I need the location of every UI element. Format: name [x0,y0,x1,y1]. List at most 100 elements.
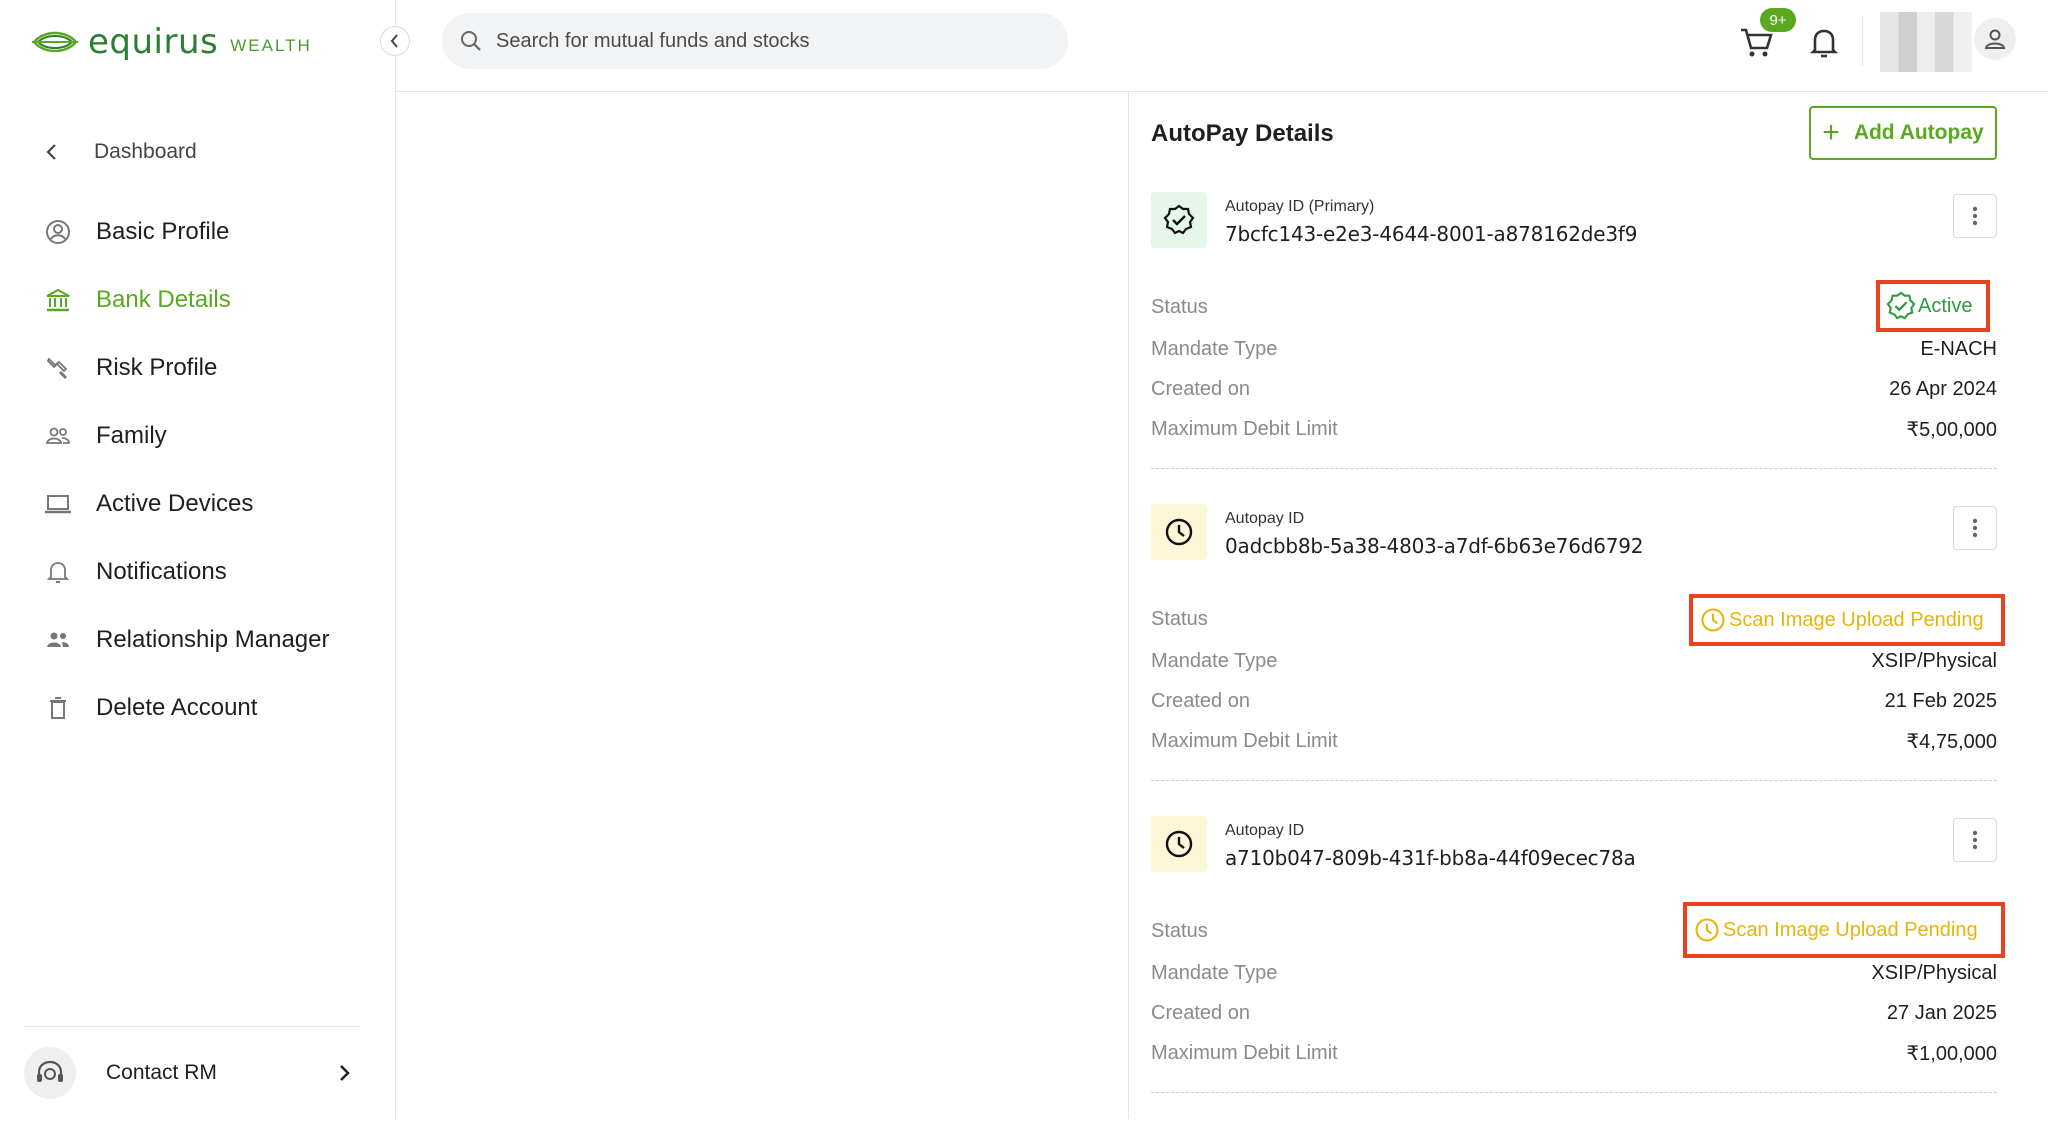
contact-rm-label: Contact RM [106,1061,217,1084]
notification-bell-icon[interactable] [1804,22,1844,62]
logo-subtext: WEALTH [230,36,312,55]
trash-icon [40,690,76,726]
status-value: Scan Image Upload Pending [1729,608,1984,631]
limit-value: ₹5,00,000 [1906,418,1997,441]
mandate-row: Mandate Type XSIP/Physical [1151,958,1997,988]
sidebar-item-relationship-manager[interactable]: Relationship Manager [40,606,370,674]
status-row: Status [1151,292,1997,322]
header-divider [1862,16,1863,66]
clock-pending-icon [1695,918,1719,942]
sidebar-item-basic-profile[interactable]: Basic Profile [40,198,370,266]
verified-check-icon [1886,291,1916,320]
sidebar-item-active-devices[interactable]: Active Devices [40,470,370,538]
more-options-button[interactable] [1953,818,1997,862]
back-to-dashboard[interactable]: Dashboard [44,134,197,170]
mandate-row: Mandate Type XSIP/Physical [1151,646,1997,676]
autopay-card: Autopay ID 0adcbb8b-5a38-4803-a7df-6b63e… [1151,504,2005,816]
add-autopay-button[interactable]: + Add Autopay [1809,106,1997,160]
limit-key: Maximum Debit Limit [1151,729,1338,752]
created-row: Created on 27 Jan 2025 [1151,998,1997,1028]
contact-rm[interactable]: Contact RM [24,1026,360,1119]
mandate-row: Mandate Type E-NACH [1151,334,1997,364]
autopay-card: Autopay ID (Primary) 7bcfc143-e2e3-4644-… [1151,192,1997,504]
limit-value: ₹1,00,000 [1906,1042,1997,1065]
chevron-left-icon [46,144,56,160]
mandate-key: Mandate Type [1151,337,1278,360]
search-icon [461,31,481,51]
sidebar-item-label: Risk Profile [96,354,218,381]
sidebar-item-label: Basic Profile [96,218,230,245]
logo-leaf-icon [32,31,78,53]
created-key: Created on [1151,377,1250,400]
created-key: Created on [1151,689,1250,712]
bank-icon [40,282,76,318]
mandate-key: Mandate Type [1151,961,1278,984]
status-value: Scan Image Upload Pending [1723,918,1978,941]
sidebar-item-risk-profile[interactable]: Risk Profile [40,334,370,402]
sidebar-item-label: Notifications [96,558,227,585]
autopay-id-value: 0adcbb8b-5a38-4803-a7df-6b63e76d6792 [1225,534,1644,558]
autopay-id-label: Autopay ID (Primary) [1225,198,1375,215]
status-key: Status [1151,919,1208,942]
status-key: Status [1151,607,1208,630]
sidebar-item-label: Bank Details [96,286,231,313]
limit-row: Maximum Debit Limit ₹4,75,000 [1151,726,1997,756]
profile-nav: Basic Profile Bank Details Risk Profile … [40,198,370,742]
user-avatar-icon[interactable] [1974,18,2016,60]
plus-icon: + [1822,116,1840,149]
status-badge: Scan Image Upload Pending [1689,594,2005,646]
limit-key: Maximum Debit Limit [1151,417,1338,440]
more-options-button[interactable] [1953,194,1997,238]
created-key: Created on [1151,1001,1250,1024]
created-value: 21 Feb 2025 [1884,689,1997,712]
bell-icon [40,554,76,590]
headset-icon [24,1047,76,1099]
created-row: Created on 21 Feb 2025 [1151,686,1997,716]
back-label: Dashboard [94,140,197,163]
created-value: 26 Apr 2024 [1889,377,1997,400]
logo[interactable]: equirus WEALTH [30,22,312,62]
created-value: 27 Jan 2025 [1886,1001,1997,1024]
autopay-id-label: Autopay ID [1225,822,1305,839]
status-badge: Scan Image Upload Pending [1683,902,2005,958]
sidebar: equirus WEALTH Dashboard Basic Profile B… [0,0,396,1119]
kebab-menu-icon [1972,518,1978,538]
sidebar-item-delete-account[interactable]: Delete Account [40,674,370,742]
collapse-sidebar-button[interactable] [380,26,410,56]
logo-text: equirus [88,22,219,62]
add-autopay-label: Add Autopay [1853,121,1984,144]
page-title: AutoPay Details [1151,120,1334,147]
card-divider [1151,468,1997,469]
cart-badge: 9+ [1760,8,1796,32]
sidebar-item-label: Family [96,422,167,449]
sidebar-item-bank-details[interactable]: Bank Details [40,266,370,334]
clock-icon [1151,816,1207,872]
limit-value: ₹4,75,000 [1906,730,1997,753]
status-key: Status [1151,295,1208,318]
sidebar-item-notifications[interactable]: Notifications [40,538,370,606]
limit-row: Maximum Debit Limit ₹1,00,000 [1151,1038,1997,1068]
more-options-button[interactable] [1953,506,1997,550]
chevron-left-icon [390,34,398,48]
user-name-redacted [1880,12,1972,72]
mandate-value: E-NACH [1920,337,1997,360]
limit-key: Maximum Debit Limit [1151,1041,1338,1064]
limit-row: Maximum Debit Limit ₹5,00,000 [1151,414,1997,444]
laptop-icon [40,486,76,522]
clock-pending-icon [1701,608,1725,632]
mandate-value: XSIP/Physical [1871,961,1997,984]
clock-icon [1151,504,1207,560]
autopay-id-value: a710b047-809b-431f-bb8a-44f09ecec78a [1225,846,1636,870]
kebab-menu-icon [1972,206,1978,226]
top-header: 9+ [396,0,2048,92]
search-bar[interactable] [442,13,1068,69]
user-circle-icon [40,214,76,250]
autopay-id-label: Autopay ID [1225,510,1305,527]
wrench-icon [40,350,76,386]
sidebar-item-family[interactable]: Family [40,402,370,470]
mandate-key: Mandate Type [1151,649,1278,672]
created-row: Created on 26 Apr 2024 [1151,374,1997,404]
mandate-value: XSIP/Physical [1871,649,1997,672]
search-input[interactable] [494,28,1014,54]
chevron-right-icon [340,1065,350,1081]
